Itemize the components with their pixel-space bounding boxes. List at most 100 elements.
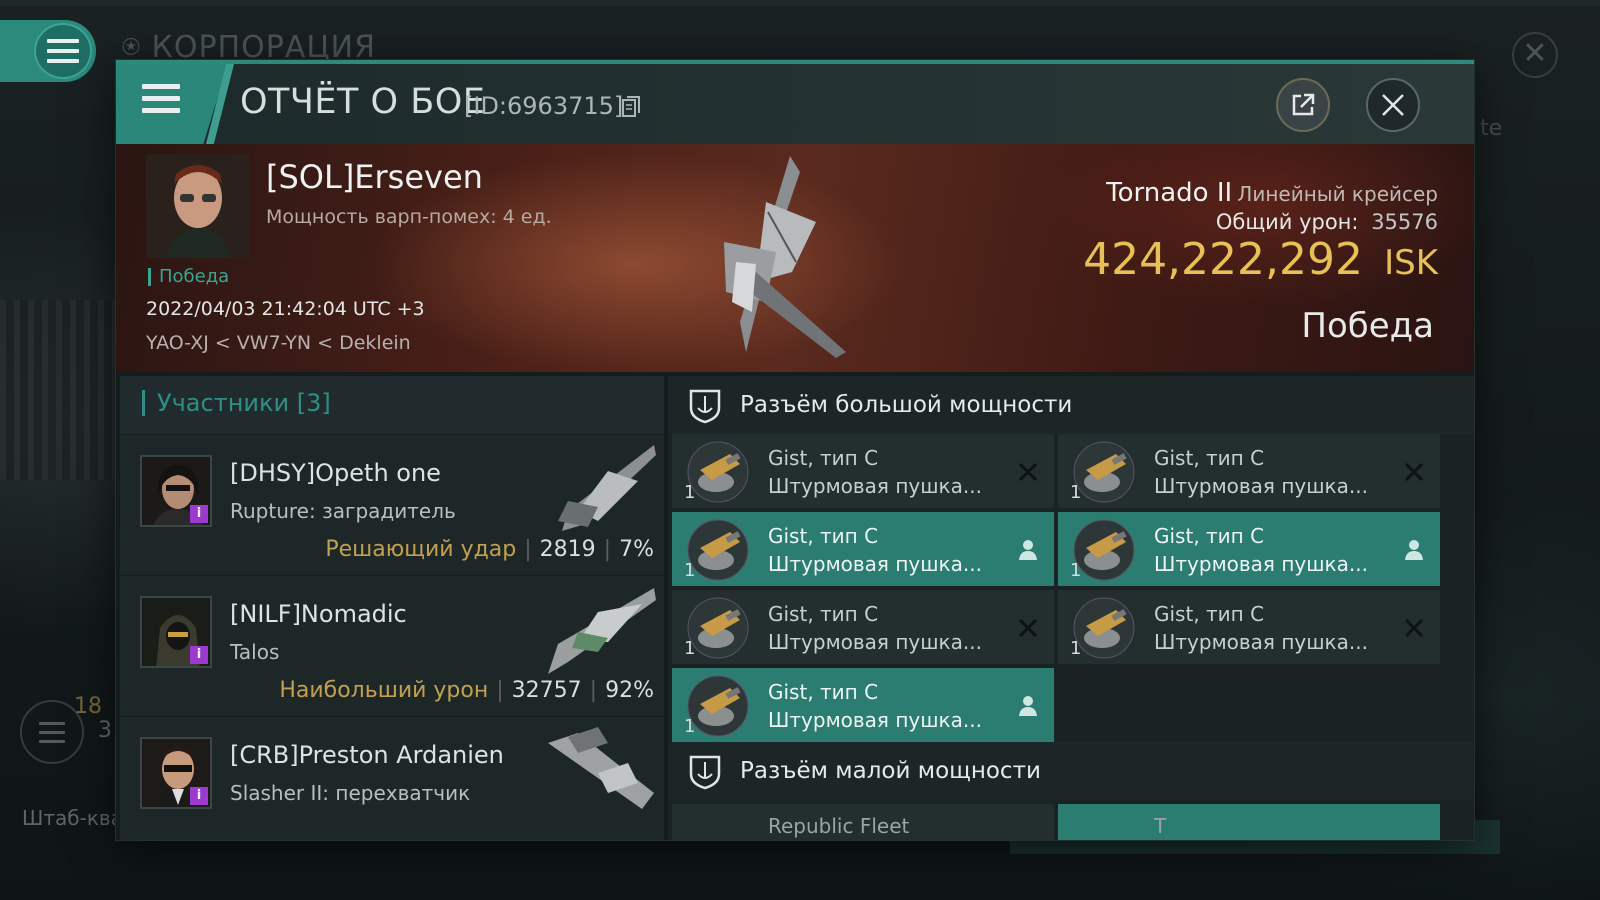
participant-name[interactable]: [DHSY]Opeth one bbox=[230, 459, 441, 487]
fitting-panel: Разъём большой мощности 1 Gist, тип C Шт… bbox=[668, 376, 1474, 840]
isk-amount: 424,222,292 bbox=[1083, 234, 1363, 285]
bg-close-icon[interactable]: ✕ bbox=[1512, 32, 1558, 78]
victim-ship-image[interactable] bbox=[696, 152, 856, 370]
module-quantity: 1 bbox=[1070, 638, 1082, 659]
ship-class: Линейный крейсер bbox=[1237, 182, 1438, 206]
participant-percent: 7% bbox=[619, 537, 654, 562]
module-item[interactable]: 1 Gist, тип C Штурмовая пушка... bbox=[672, 512, 1054, 586]
turret-icon bbox=[687, 519, 749, 581]
participant-ship-image[interactable] bbox=[538, 582, 658, 678]
module-item[interactable]: 1 Gist, тип C Штурмовая пушка... bbox=[672, 668, 1054, 742]
share-button[interactable] bbox=[1276, 78, 1330, 132]
corp-badge-icon: i bbox=[190, 646, 208, 664]
total-damage-value: 35576 bbox=[1371, 210, 1438, 234]
hamburger-icon bbox=[39, 721, 65, 743]
turret-icon bbox=[1073, 441, 1135, 503]
bg-main-menu-button[interactable] bbox=[0, 20, 96, 82]
ship-title: Tornado II Линейный крейсер bbox=[1106, 178, 1438, 208]
copy-icon[interactable] bbox=[622, 96, 640, 118]
turret-icon bbox=[687, 675, 749, 737]
module-item[interactable]: T bbox=[1058, 804, 1440, 840]
x-icon bbox=[1018, 462, 1038, 482]
person-icon bbox=[1405, 540, 1423, 560]
module-item[interactable]: 1 Gist, тип C Штурмовая пушка... bbox=[672, 590, 1054, 664]
module-item[interactable]: 1 Gist, тип C Штурмовая пушка... bbox=[1058, 512, 1440, 586]
high-slots-grid: 1 Gist, тип C Штурмовая пушка... 1 Gist,… bbox=[668, 434, 1474, 744]
participants-header: Участники [3] bbox=[120, 376, 664, 434]
kill-datetime: 2022/04/03 21:42:04 UTC +3 bbox=[146, 298, 425, 320]
ship-name[interactable]: Tornado II bbox=[1106, 178, 1232, 208]
isk-unit: ISK bbox=[1384, 243, 1438, 283]
modal-header: ОТЧЁТ О БОЕ [ID:6963715] bbox=[116, 60, 1474, 144]
bg-menu-circle[interactable] bbox=[34, 23, 92, 79]
victim-banner: [SOL]Erseven Мощность варп-помех: 4 ед. … bbox=[116, 144, 1474, 372]
report-id: [ID:6963715] bbox=[464, 92, 624, 120]
module-name: Gist, тип C bbox=[768, 680, 879, 704]
stat-divider: | bbox=[589, 678, 598, 703]
module-item[interactable]: 1 Gist, тип C Штурмовая пушка... bbox=[672, 434, 1054, 508]
avatar[interactable]: i bbox=[140, 596, 212, 668]
module-name: Gist, тип C bbox=[768, 446, 879, 470]
participant-damage: 32757 bbox=[511, 678, 582, 703]
shield-slot-icon bbox=[689, 389, 721, 424]
corp-badge-icon: i bbox=[190, 505, 208, 523]
participants-count: [3] bbox=[296, 389, 331, 417]
module-quantity: 1 bbox=[684, 560, 696, 581]
close-icon bbox=[1382, 94, 1404, 116]
turret-icon bbox=[687, 441, 749, 503]
total-damage: Общий урон: 35576 bbox=[1216, 210, 1438, 234]
module-quantity: 1 bbox=[684, 482, 696, 503]
stat-divider: | bbox=[603, 537, 612, 562]
participant-row[interactable]: i [DHSY]Opeth one Rupture: заградитель Р… bbox=[120, 434, 664, 575]
module-type: Штурмовая пушка... bbox=[768, 630, 982, 654]
portrait-image bbox=[146, 154, 250, 258]
module-item[interactable]: Republic Fleet bbox=[672, 804, 1054, 840]
module-name: Gist, тип C bbox=[1154, 602, 1265, 626]
module-item[interactable]: 1 Gist, тип C Штурмовая пушка... bbox=[1058, 434, 1440, 508]
module-type: Штурмовая пушка... bbox=[768, 708, 982, 732]
participant-row[interactable]: i [CRB]Preston Ardanien Slasher II: пере… bbox=[120, 716, 664, 840]
victim-avatar[interactable] bbox=[146, 154, 250, 258]
turret-icon bbox=[1073, 519, 1135, 581]
module-name: Republic Fleet bbox=[768, 814, 910, 838]
participant-name[interactable]: [CRB]Preston Ardanien bbox=[230, 741, 504, 769]
close-button[interactable] bbox=[1366, 78, 1420, 132]
participant-stats: Наибольший урон | 32757 | 92% bbox=[279, 678, 654, 703]
external-link-icon bbox=[1292, 93, 1315, 116]
participant-ship-image[interactable] bbox=[538, 723, 658, 819]
x-icon bbox=[1404, 618, 1424, 638]
module-quantity: 1 bbox=[684, 638, 696, 659]
avatar[interactable]: i bbox=[140, 455, 212, 527]
module-type: Штурмовая пушка... bbox=[1154, 630, 1368, 654]
victim-name[interactable]: [SOL]Erseven bbox=[266, 158, 483, 196]
participant-row[interactable]: i [NILF]Nomadic Talos Наибольший урон | 32… bbox=[120, 575, 664, 716]
person-icon bbox=[1019, 540, 1037, 560]
x-icon bbox=[1018, 618, 1038, 638]
participant-ship-image[interactable] bbox=[538, 441, 658, 537]
turret-icon bbox=[1073, 597, 1135, 659]
module-name: T bbox=[1154, 814, 1167, 838]
participant-name[interactable]: [NILF]Nomadic bbox=[230, 600, 407, 628]
battle-result: Победа bbox=[1301, 306, 1434, 346]
high-slots-label: Разъём большой мощности bbox=[740, 392, 1073, 418]
module-type: Штурмовая пушка... bbox=[1154, 552, 1368, 576]
module-type: Штурмовая пушка... bbox=[768, 474, 982, 498]
module-quantity: 1 bbox=[684, 716, 696, 737]
person-icon bbox=[1019, 696, 1037, 716]
participant-tag: Решающий удар bbox=[325, 537, 517, 562]
participant-damage: 2819 bbox=[539, 537, 596, 562]
total-damage-label: Общий урон: bbox=[1215, 210, 1359, 234]
participant-ship: Talos bbox=[230, 640, 280, 664]
participants-panel: Участники [3] i [DHSY]Opeth one Rupture:… bbox=[120, 376, 664, 840]
avatar[interactable]: i bbox=[140, 737, 212, 809]
module-name: Gist, тип C bbox=[768, 602, 879, 626]
module-type: Штурмовая пушка... bbox=[768, 552, 982, 576]
module-item[interactable]: 1 Gist, тип C Штурмовая пушка... bbox=[1058, 590, 1440, 664]
module-name: Gist, тип C bbox=[1154, 524, 1265, 548]
participant-stats: Решающий удар | 2819 | 7% bbox=[325, 537, 654, 562]
kill-location[interactable]: YAO-XJ < VW7-YN < Deklein bbox=[146, 332, 411, 354]
participant-percent: 92% bbox=[605, 678, 654, 703]
high-slots-header: Разъём большой мощности bbox=[668, 376, 1474, 434]
victim-warp-strength: Мощность варп-помех: 4 ед. bbox=[266, 206, 552, 228]
stat-divider: | bbox=[496, 678, 504, 703]
